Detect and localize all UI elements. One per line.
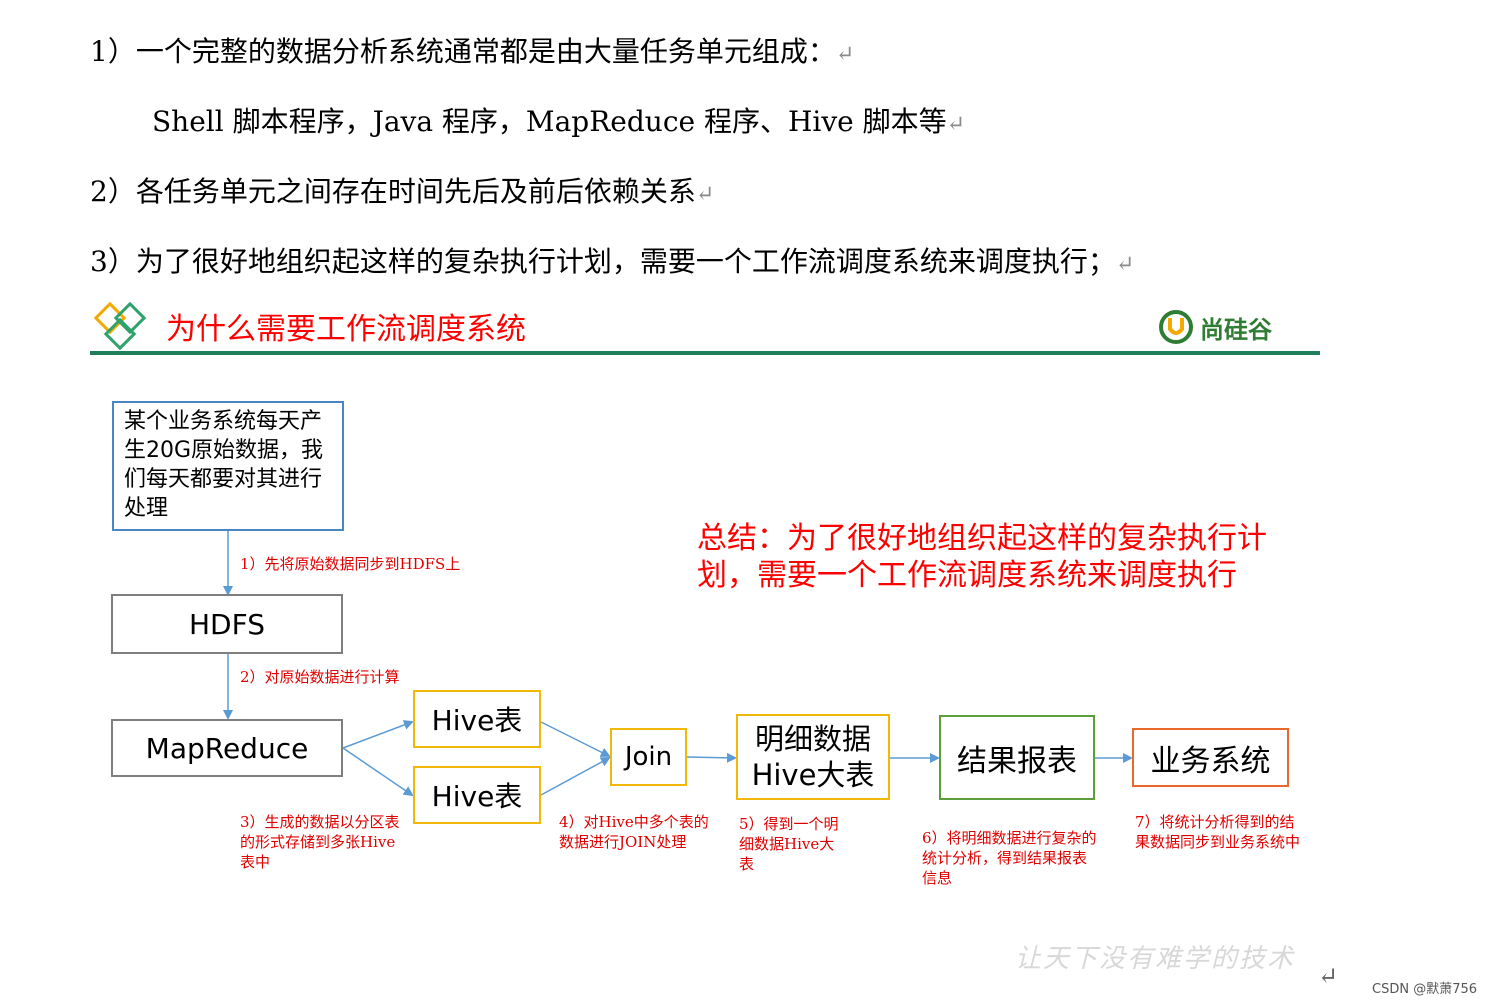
note-step-2: 2）对原始数据进行计算 [240, 668, 400, 686]
return-mark: ↵ [1318, 962, 1339, 990]
hdfs-box: HDFS [111, 594, 343, 654]
note-step-6: 6）将明细数据进行复杂的统计分析，得到结果报表信息 [922, 829, 1097, 887]
note-step-3: 3）生成的数据以分区表的形式存储到多张Hive表中 [240, 813, 400, 871]
hive-table-box-1: Hive表 [413, 690, 541, 748]
note-step-1: 1）先将原始数据同步到HDFS上 [240, 555, 461, 573]
csdn-credit: CSDN @默萧756 [1372, 982, 1478, 997]
watermark: 让天下没有难学的技术 [1015, 944, 1296, 974]
note-step-5: 5）得到一个明细数据Hive大表 [739, 815, 839, 873]
mapreduce-box: MapReduce [111, 719, 343, 777]
detail-line-1: 明细数据 [754, 722, 871, 756]
detail-hive-table-box: 明细数据 Hive大表 [736, 714, 890, 800]
source-system-box: 某个业务系统每天产生20G原始数据，我们每天都要对其进行处理 [112, 401, 344, 531]
arrow-mr-to-hive1 [342, 720, 414, 749]
business-system-box: 业务系统 [1132, 728, 1289, 787]
summary-text: 总结：为了很好地组织起这样的复杂执行计划，需要一个工作流调度系统来调度执行 [697, 521, 1267, 593]
arrow-hive2-to-join [540, 757, 611, 796]
note-step-4: 4）对Hive中多个表的数据进行JOIN处理 [559, 813, 709, 851]
result-report-box: 结果报表 [939, 715, 1095, 800]
hive-table-box-2: Hive表 [413, 766, 541, 824]
arrow-join-to-detail [686, 752, 737, 763]
arrow-hive1-to-join [540, 721, 611, 757]
arrow-mr-to-hive2 [342, 747, 414, 797]
detail-line-2: Hive大表 [751, 758, 875, 792]
note-step-7: 7）将统计分析得到的结果数据同步到业务系统中 [1135, 813, 1301, 851]
join-box: Join [610, 728, 687, 786]
